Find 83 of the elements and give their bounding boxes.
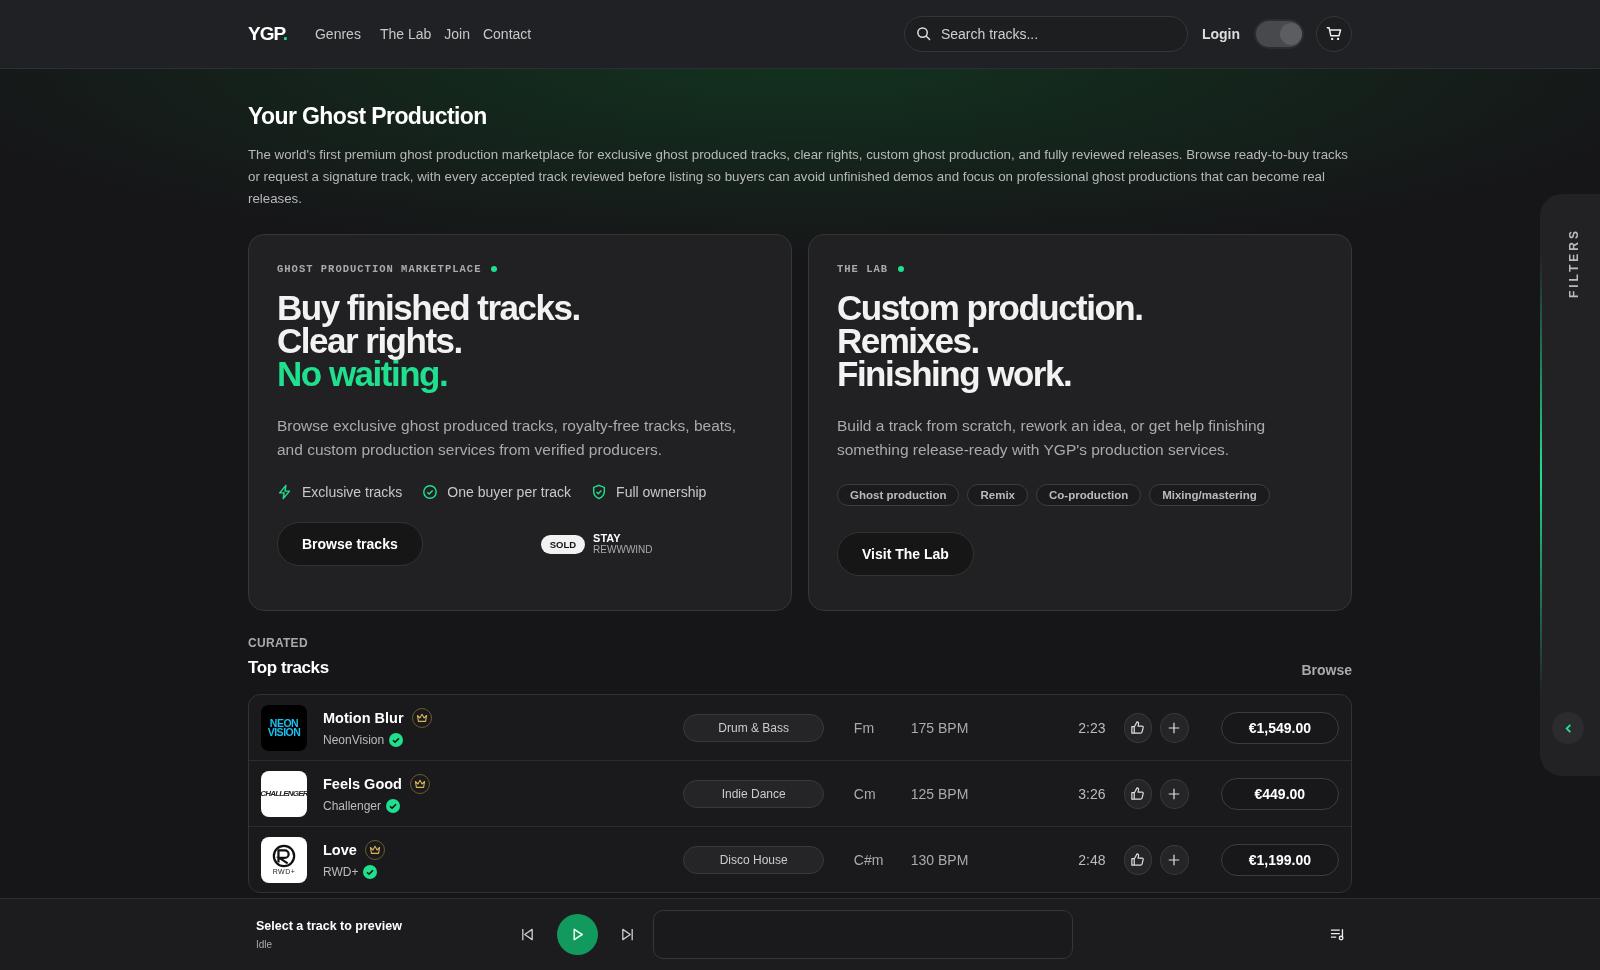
artist-name[interactable]: NeonVision: [323, 733, 385, 747]
sold-track-title: STAY: [593, 532, 622, 544]
feature-label: One buyer per track: [447, 484, 572, 500]
filters-label: FILTERS: [1567, 228, 1581, 299]
plus-icon: [1167, 786, 1182, 801]
track-title[interactable]: Feels Good: [323, 776, 402, 792]
nav-link[interactable]: Genres: [314, 26, 361, 42]
track-title[interactable]: Love: [323, 842, 357, 858]
nav-link[interactable]: Contact: [482, 26, 532, 42]
key-text: Fm: [853, 719, 876, 736]
add-button[interactable]: [1160, 712, 1189, 743]
key-text: Cm: [853, 785, 877, 802]
track-title[interactable]: Motion Blur: [323, 710, 404, 726]
card-eyebrow: THE LAB: [837, 263, 889, 275]
play-button[interactable]: [557, 914, 598, 955]
bolt-icon: [277, 484, 293, 500]
player-title: Select a track to preview: [256, 919, 403, 933]
genre-tag: Drum & Bass: [683, 713, 824, 742]
browse-tracks-button[interactable]: Browse tracks: [277, 522, 423, 566]
genre-tag: Indie Dance: [683, 779, 824, 808]
plus-icon: [1167, 720, 1182, 735]
add-button[interactable]: [1160, 778, 1189, 809]
service-tag: Co-production: [1036, 484, 1142, 506]
add-button[interactable]: [1160, 844, 1189, 875]
logo[interactable]: YGP.: [248, 23, 287, 45]
card-text: Browse exclusive ghost produced tracks, royalty-free tracks, beats, and custom production services from verified producers.: [277, 416, 738, 460]
search-field[interactable]: Search tracks...: [903, 16, 1188, 52]
duration-text: 3:26: [1077, 785, 1106, 802]
price-button[interactable]: €449.00: [1220, 777, 1339, 810]
bpm-text: 125 BPM: [910, 785, 970, 802]
cart-button[interactable]: [1316, 16, 1352, 52]
login-link[interactable]: Login: [1201, 26, 1240, 42]
duration-text: 2:48: [1077, 851, 1106, 868]
skip-back-icon: [520, 927, 535, 942]
sold-badge: SOLD: [540, 534, 586, 554]
expand-filters-button[interactable]: [1552, 712, 1584, 744]
check-circle-icon: [422, 484, 439, 500]
chevron-left-icon: [1562, 722, 1574, 734]
cart-icon: [1325, 25, 1343, 43]
section-title: Top tracks: [248, 658, 329, 678]
status-dot: [898, 266, 905, 272]
price-button[interactable]: €1,549.00: [1220, 711, 1339, 744]
artist-name[interactable]: Challenger: [323, 799, 382, 813]
feature-label: Full ownership: [616, 484, 707, 500]
search-icon: [915, 26, 931, 41]
thumbs-up-icon: [1130, 852, 1146, 867]
play-icon: [570, 927, 585, 942]
section-eyebrow: CURATED: [248, 636, 309, 650]
bpm-text: 130 BPM: [910, 851, 970, 868]
shield-icon: [591, 484, 608, 500]
card-eyebrow: GHOST PRODUCTION MARKETPLACE: [277, 263, 482, 275]
status-dot: [491, 266, 498, 272]
duration-text: 2:23: [1077, 719, 1106, 736]
intro-text: The world's first premium ghost production marketplace for exclusive ghost produced tracks, clear rights, custom ghost production, and fully reviewed releases. Browse ready-to-buy tracks or request a signature track, with every accepted track reviewed before listing so buyers can avoid unfinished demos and focus on professional ghost productions that can become real releases.: [248, 146, 1350, 208]
track-row[interactable]: NEON VISION Motion Blur NeonVision Drum & Bass Fm 175 BPM 2:23 €1,549.00: [249, 695, 1351, 761]
nav-link[interactable]: The Lab: [379, 26, 432, 42]
like-button[interactable]: [1123, 844, 1153, 875]
bpm-text: 175 BPM: [910, 719, 970, 736]
player-status: Idle: [256, 939, 274, 950]
thumbs-up-icon: [1130, 786, 1146, 801]
visit-lab-button[interactable]: Visit The Lab: [837, 532, 974, 576]
theme-toggle[interactable]: [1254, 19, 1304, 49]
cover-art: NEON VISION: [261, 704, 307, 751]
genre-tag: Disco House: [683, 845, 824, 874]
artist-name[interactable]: RWD+: [323, 865, 359, 879]
price-button[interactable]: €1,199.00: [1220, 843, 1339, 876]
card-text: Build a track from scratch, rework an idea, or get help finishing something release-ready with YGP's production services.: [837, 416, 1267, 460]
queue-icon: [1330, 927, 1346, 942]
feature-label: Exclusive tracks: [302, 484, 403, 500]
key-text: C#m: [853, 851, 885, 868]
skip-forward-icon: [620, 927, 635, 942]
like-button[interactable]: [1123, 778, 1153, 809]
plus-icon: [1167, 852, 1182, 867]
service-tag: Ghost production: [837, 484, 960, 506]
like-button[interactable]: [1123, 712, 1153, 743]
filters-panel[interactable]: FILTERS: [1540, 194, 1600, 776]
browse-link[interactable]: Browse: [1301, 662, 1352, 678]
thumbs-up-icon: [1130, 720, 1146, 735]
service-tag: Mixing/mastering: [1149, 484, 1270, 506]
nav-link[interactable]: Join: [444, 26, 470, 42]
service-tag: Remix: [967, 484, 1028, 506]
sold-track-artist: REWWWIND: [593, 544, 653, 556]
page-title: Your Ghost Production: [248, 103, 488, 130]
